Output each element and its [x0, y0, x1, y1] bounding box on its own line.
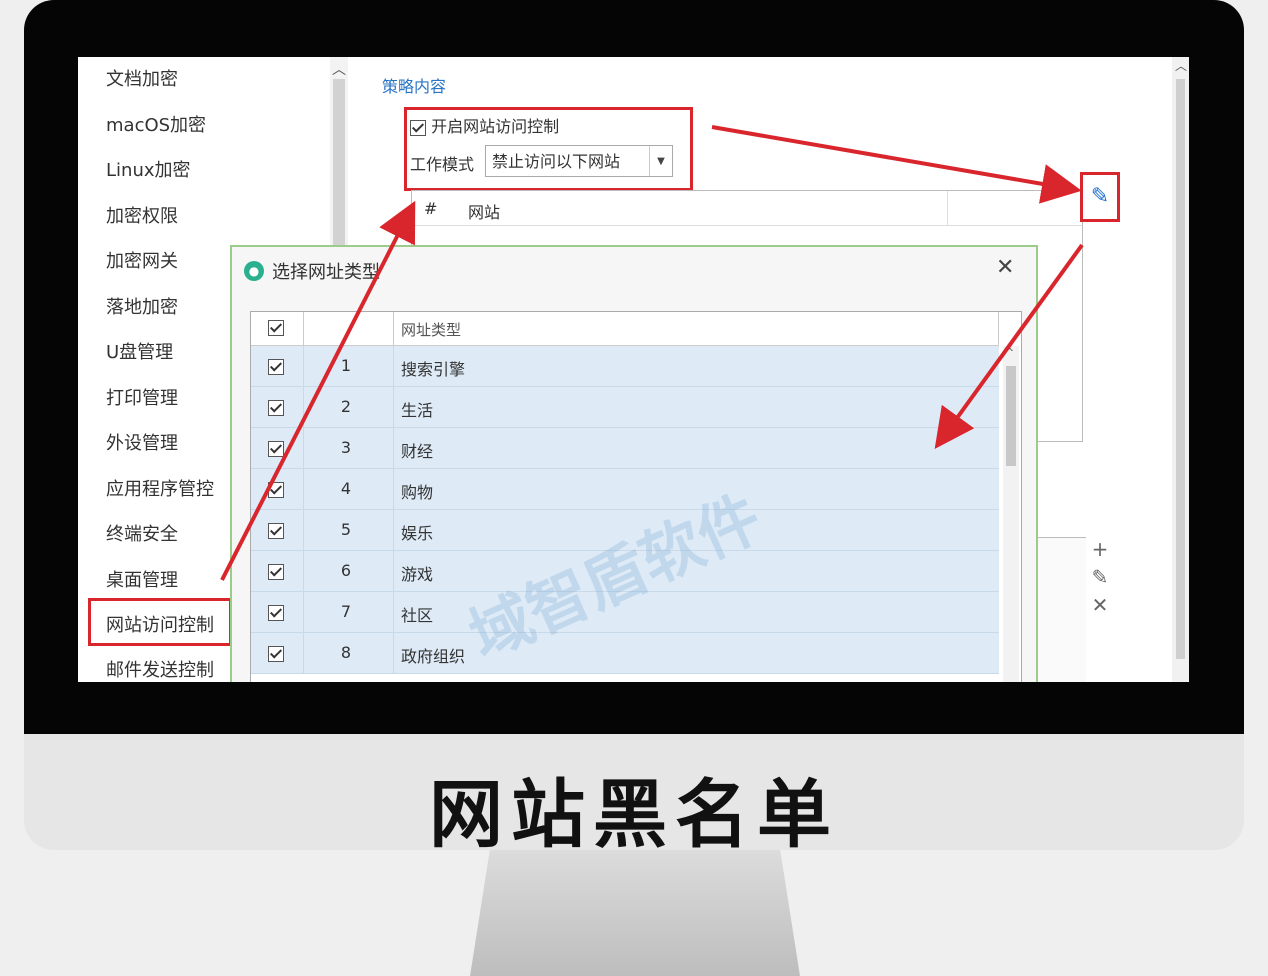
row-name: 娱乐 [401, 524, 434, 543]
column-header-url-type: 网址类型 [401, 321, 462, 339]
row-checkbox[interactable] [268, 359, 284, 375]
row-name: 游戏 [401, 565, 434, 584]
row-divider [393, 633, 394, 673]
sidebar-item-doc-encrypt[interactable]: 文档加密 [106, 65, 178, 91]
row-name: 生活 [401, 401, 434, 420]
row-divider [303, 592, 304, 632]
header-divider [393, 312, 394, 345]
table-row[interactable]: 4 购物 [251, 469, 999, 510]
url-type-grid: 网址类型 1 搜索引擎 2 生活 3 财经 4 购物 5 娱乐 6 游戏 7 社… [250, 311, 1022, 682]
x-icon[interactable]: ✕ [1090, 591, 1110, 619]
row-name: 财经 [401, 442, 434, 461]
sidebar-item-email-send-control[interactable]: 邮件发送控制 [106, 656, 214, 682]
row-divider [303, 469, 304, 509]
row-divider [393, 428, 394, 468]
sidebar-item-encrypt-permission[interactable]: 加密权限 [106, 202, 178, 228]
monitor-stand [470, 850, 800, 976]
row-divider [303, 510, 304, 550]
grid-header: 网址类型 [251, 312, 999, 346]
select-all-checkbox[interactable] [268, 320, 284, 336]
grid-scrollbar[interactable]: ^ v [1003, 346, 1019, 682]
sidebar-item-peripheral-management[interactable]: 外设管理 [106, 429, 178, 455]
row-checkbox[interactable] [268, 400, 284, 416]
row-number: 7 [340, 602, 352, 621]
row-name: 政府组织 [401, 647, 466, 666]
table-row[interactable]: 1 搜索引擎 [251, 346, 999, 387]
sidebar-item-linux-encrypt[interactable]: Linux加密 [106, 156, 191, 182]
row-number: 4 [340, 479, 352, 498]
content-scroll-thumb[interactable] [1176, 79, 1185, 659]
row-number: 6 [340, 561, 352, 580]
row-divider [393, 387, 394, 427]
content-scrollbar[interactable]: ︿ [1172, 57, 1189, 682]
edit-icon[interactable]: ✎ [1090, 563, 1110, 591]
header-divider [947, 191, 948, 225]
row-checkbox[interactable] [268, 564, 284, 580]
row-divider [303, 551, 304, 591]
row-number: 8 [340, 643, 352, 662]
sidebar-item-app-control[interactable]: 应用程序管控 [106, 475, 214, 501]
row-divider [303, 633, 304, 673]
table-row[interactable]: 3 财经 [251, 428, 999, 469]
row-number: 5 [340, 520, 352, 539]
sidebar-item-desktop-management[interactable]: 桌面管理 [106, 566, 178, 592]
row-number: 1 [340, 356, 352, 375]
caption-title: 网站黑名单 [429, 772, 839, 858]
lower-list-box [1035, 537, 1086, 682]
settings-highlight [404, 107, 693, 191]
list-tools: + ✎ ✕ [1090, 535, 1110, 619]
row-name: 搜索引擎 [401, 360, 466, 379]
row-checkbox[interactable] [268, 605, 284, 621]
table-row[interactable]: 8 政府组织 [251, 633, 999, 674]
row-checkbox[interactable] [268, 646, 284, 662]
row-divider [303, 346, 304, 386]
row-divider [393, 469, 394, 509]
website-table-header: # 网站 [412, 191, 1082, 226]
row-divider [393, 551, 394, 591]
sidebar-item-landing-encrypt[interactable]: 落地加密 [106, 293, 178, 319]
globe-icon: ● [244, 261, 264, 281]
row-checkbox[interactable] [268, 523, 284, 539]
row-number: 2 [340, 397, 352, 416]
row-number: 3 [340, 438, 352, 457]
plus-icon[interactable]: + [1090, 535, 1110, 563]
sidebar-item-encrypt-gateway[interactable]: 加密网关 [106, 247, 178, 273]
row-divider [303, 428, 304, 468]
row-divider [303, 387, 304, 427]
sidebar-item-usb-management[interactable]: U盘管理 [106, 338, 173, 364]
section-title: 策略内容 [382, 77, 447, 96]
header-index: # [424, 199, 438, 218]
row-divider [393, 346, 394, 386]
sidebar-item-macos-encrypt[interactable]: macOS加密 [106, 111, 206, 137]
sidebar-item-print-management[interactable]: 打印管理 [106, 384, 178, 410]
sidebar-item-terminal-security[interactable]: 终端安全 [106, 520, 178, 546]
row-checkbox[interactable] [268, 482, 284, 498]
table-row[interactable]: 2 生活 [251, 387, 999, 428]
row-checkbox[interactable] [268, 441, 284, 457]
grid-scroll-thumb[interactable] [1006, 366, 1016, 466]
header-divider [998, 312, 999, 345]
row-divider [393, 510, 394, 550]
pencil-icon[interactable]: ✎ [1080, 172, 1120, 222]
select-url-type-dialog: ● 选择网址类型 ✕ 网址类型 1 搜索引擎 2 生活 3 财经 4 购物 5 … [230, 245, 1038, 682]
scroll-up-icon[interactable]: ︿ [1175, 57, 1187, 74]
close-icon[interactable]: ✕ [996, 255, 1014, 280]
header-divider [303, 312, 304, 345]
header-site: 网站 [468, 203, 501, 222]
selected-item-highlight [88, 598, 232, 646]
app-screen: 文档加密 macOS加密 Linux加密 加密权限 加密网关 落地加密 U盘管理… [78, 57, 1189, 682]
chevron-up-icon[interactable]: ︿ [332, 59, 346, 79]
dialog-title: 选择网址类型 [272, 262, 380, 283]
row-name: 社区 [401, 606, 434, 625]
sidebar-scroll-thumb[interactable] [333, 79, 345, 259]
chevron-up-icon[interactable]: ^ [1005, 346, 1014, 359]
row-name: 购物 [401, 483, 434, 502]
row-divider [393, 592, 394, 632]
